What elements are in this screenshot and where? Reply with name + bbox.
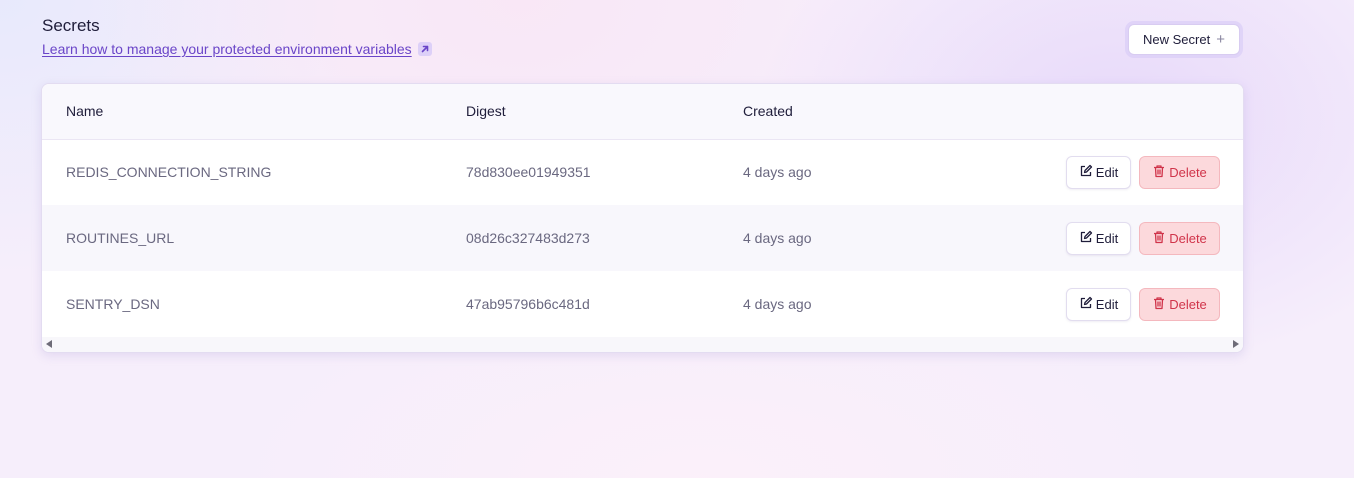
delete-label: Delete [1169, 297, 1207, 312]
delete-label: Delete [1169, 165, 1207, 180]
edit-label: Edit [1095, 165, 1119, 180]
pencil-square-icon [1079, 230, 1093, 247]
trash-icon [1152, 164, 1166, 181]
learn-more-link-text: Learn how to manage your protected envir… [42, 41, 412, 57]
trash-icon [1152, 296, 1166, 313]
edit-label: Edit [1095, 231, 1119, 246]
delete-button[interactable]: Delete [1139, 222, 1220, 255]
trash-icon [1152, 230, 1166, 247]
delete-button[interactable]: Delete [1139, 156, 1220, 189]
edit-button[interactable]: Edit [1066, 288, 1131, 321]
table-header: Name Digest Created [42, 84, 1243, 140]
secret-digest: 78d830ee01949351 [466, 164, 591, 180]
learn-more-link[interactable]: Learn how to manage your protected envir… [42, 41, 432, 57]
table-row: ROUTINES_URL 08d26c327483d273 4 days ago… [42, 205, 1243, 271]
new-secret-label: New Secret [1143, 32, 1211, 47]
edit-label: Edit [1095, 297, 1119, 312]
scroll-right-arrow-icon[interactable] [1233, 340, 1239, 348]
delete-label: Delete [1169, 231, 1207, 246]
column-header-name[interactable]: Name [66, 84, 103, 139]
column-header-created[interactable]: Created [743, 84, 793, 139]
delete-button[interactable]: Delete [1139, 288, 1220, 321]
new-secret-button[interactable]: New Secret + [1128, 24, 1240, 55]
pencil-square-icon [1079, 296, 1093, 313]
horizontal-scrollbar[interactable] [42, 337, 1243, 352]
pencil-square-icon [1079, 164, 1093, 181]
table-row: REDIS_CONNECTION_STRING 78d830ee01949351… [42, 139, 1243, 205]
secret-name: SENTRY_DSN [66, 296, 160, 312]
table-row: SENTRY_DSN 47ab95796b6c481d 4 days ago E… [42, 271, 1243, 337]
secret-digest: 47ab95796b6c481d [466, 296, 590, 312]
external-arrow-icon [417, 42, 432, 56]
scroll-left-arrow-icon[interactable] [46, 340, 52, 348]
secret-digest: 08d26c327483d273 [466, 230, 590, 246]
secret-created: 4 days ago [743, 230, 812, 246]
secret-name: ROUTINES_URL [66, 230, 175, 246]
secret-created: 4 days ago [743, 296, 812, 312]
page-header: Secrets Learn how to manage your protect… [42, 16, 432, 59]
secret-created: 4 days ago [743, 164, 812, 180]
secrets-table: Name Digest Created REDIS_CONNECTION_STR… [41, 83, 1244, 353]
page-title: Secrets [42, 16, 100, 35]
edit-button[interactable]: Edit [1066, 156, 1131, 189]
plus-icon: + [1216, 31, 1225, 48]
edit-button[interactable]: Edit [1066, 222, 1131, 255]
secret-name: REDIS_CONNECTION_STRING [66, 164, 272, 180]
column-header-digest[interactable]: Digest [466, 84, 506, 139]
